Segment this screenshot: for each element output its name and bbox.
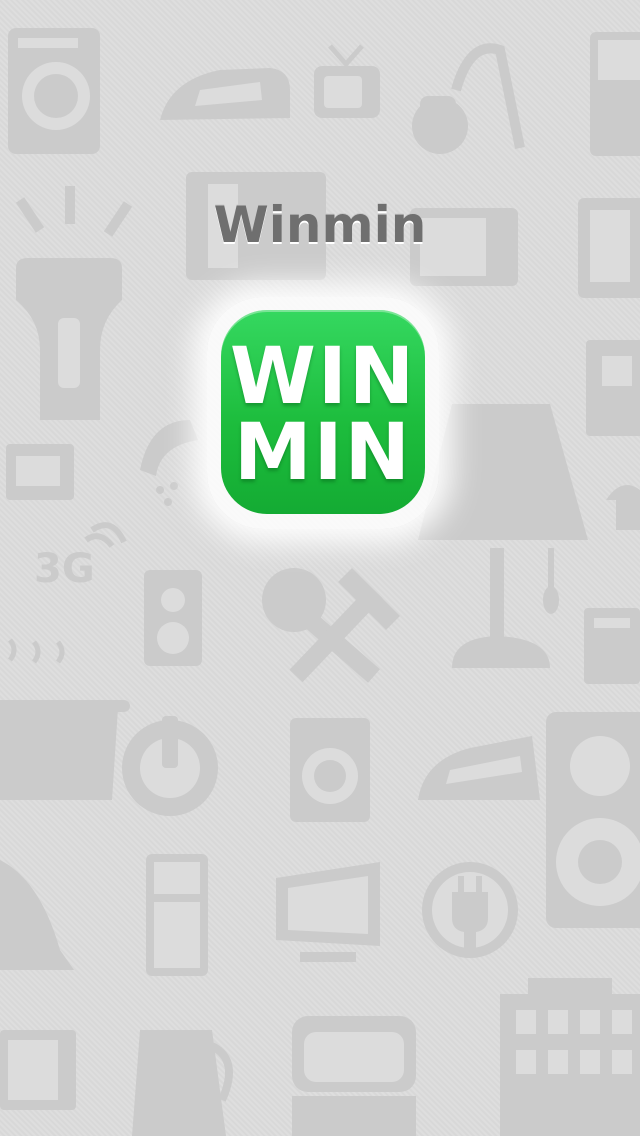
- app-logo: WIN MIN: [221, 310, 425, 514]
- plug-icon: [422, 862, 518, 958]
- 3g-badge-text: 3G: [34, 546, 95, 592]
- building-icon: [500, 978, 640, 1136]
- grill-icon: [606, 485, 640, 530]
- lamp-icon: [418, 404, 588, 540]
- refrigerator-small-icon: [146, 854, 208, 976]
- refrigerator-icon: [590, 32, 640, 156]
- vacuum-cleaner-icon: [412, 43, 525, 154]
- app-title: Winmin: [213, 196, 427, 254]
- stereo-icon: [584, 608, 640, 684]
- mop-icon: [452, 548, 559, 668]
- washing-machine-small-icon: [290, 718, 370, 822]
- background-pattern: 3G: [0, 28, 640, 1136]
- shower-icon: [140, 420, 198, 506]
- speaker-icon: [144, 570, 202, 666]
- oven-small-icon: [6, 444, 74, 500]
- cooking-pot-icon: [0, 638, 130, 800]
- iron-icon: [160, 68, 290, 120]
- cutlery-icon: [262, 568, 400, 683]
- vacuum-small-icon: [0, 860, 74, 970]
- iron-small-icon: [418, 736, 540, 800]
- logo-text-line-2: MIN: [234, 408, 412, 498]
- washing-machine-icon: [8, 28, 100, 154]
- bed-icon: [292, 1016, 416, 1136]
- power-icon: [122, 716, 218, 816]
- tv-icon: [314, 44, 380, 118]
- monitor-icon: [276, 862, 380, 962]
- wifi-icon: [84, 522, 127, 548]
- cabinet-icon: [586, 340, 640, 436]
- large-speaker-icon: [546, 712, 640, 928]
- microwave-small-icon: [0, 1030, 76, 1110]
- kettle-icon: [132, 1030, 233, 1136]
